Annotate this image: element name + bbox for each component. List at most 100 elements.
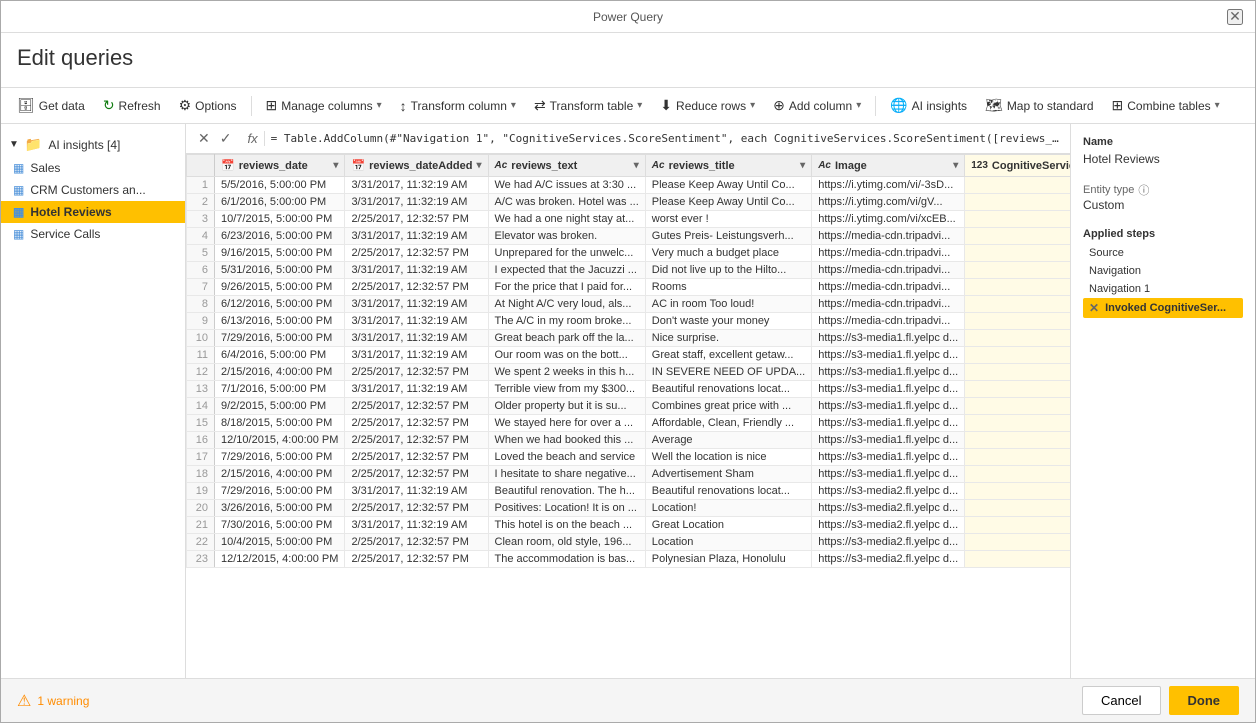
col-name-reviews-date: reviews_date [239,160,308,172]
sidebar-item-hotel-reviews[interactable]: ▦ Hotel Reviews [1,201,185,223]
row-number: 1 [187,177,215,194]
cell-reviews-dateadded: 2/25/2017, 12:32:57 PM [345,466,488,483]
refresh-button[interactable]: ↻ Refresh [95,92,169,119]
step-close-icon[interactable]: ✕ [1089,301,1099,315]
warning-area: ⚠ 1 warning [17,691,89,711]
done-button[interactable]: Done [1169,686,1240,715]
cell-reviews-date: 2/15/2016, 4:00:00 PM [215,364,345,381]
data-table: 📅 reviews_date ▾ 📅 reviews_dateAdded ▾ [186,154,1070,568]
cell-image: https://s3-media1.fl.yelpc d... [812,347,965,364]
reduce-rows-button[interactable]: ⬇ Reduce rows ▾ [652,92,763,119]
cell-image: https://media-cdn.tripadvi... [812,228,965,245]
cell-reviews-dateadded: 2/25/2017, 12:32:57 PM [345,551,488,568]
map-to-standard-button[interactable]: 🗺 Map to standard [977,92,1102,119]
cell-score: 0.171 [965,228,1070,245]
cell-reviews-dateadded: 2/25/2017, 12:32:57 PM [345,364,488,381]
cell-image: https://s3-media1.fl.yelpc d... [812,415,965,432]
close-button[interactable]: ✕ [1227,9,1243,25]
cell-reviews-title: Great Location [645,517,811,534]
manage-columns-caret: ▾ [377,100,382,111]
manage-columns-label: Manage columns [281,99,372,113]
sidebar-item-service-calls[interactable]: ▦ Service Calls [1,223,185,245]
table-icon: ▦ [13,205,24,219]
manage-columns-icon: ⊞ [266,97,278,114]
cell-image: https://media-cdn.tripadvi... [812,313,965,330]
cell-score: 0.331 [965,279,1070,296]
cell-image: https://s3-media2.fl.yelpc d... [812,551,965,568]
cancel-button[interactable]: Cancel [1082,686,1160,715]
cell-image: https://media-cdn.tripadvi... [812,262,965,279]
sidebar-group-ai-insights[interactable]: ▼ 📁 AI insights [4] [1,132,185,157]
cell-reviews-title: Well the location is nice [645,449,811,466]
formula-input[interactable]: = Table.AddColumn(#"Navigation 1", "Cogn… [271,132,1062,145]
cell-score: 0.665 [965,415,1070,432]
cell-image: https://s3-media1.fl.yelpc d... [812,398,965,415]
cell-reviews-title: Nice surprise. [645,330,811,347]
col-filter-reviews-date[interactable]: ▾ [333,160,338,171]
col-header-cognitive-services[interactable]: 123 CognitiveServices.... ▾ [965,155,1070,177]
options-button[interactable]: ⚙ Options [171,92,245,119]
col-name-reviews-title: reviews_title [669,160,735,172]
transform-column-button[interactable]: ↕ Transform column ▾ [392,93,524,119]
col-filter-reviews-dateadded[interactable]: ▾ [476,160,481,171]
sidebar-item-sales[interactable]: ▦ Sales [1,157,185,179]
step-source[interactable]: Source [1083,244,1243,262]
cell-reviews-date: 3/26/2016, 5:00:00 PM [215,500,345,517]
cell-reviews-date: 12/10/2015, 4:00:00 PM [215,432,345,449]
cell-reviews-title: Rooms [645,279,811,296]
col-filter-image[interactable]: ▾ [953,160,958,171]
table-row: 8 6/12/2016, 5:00:00 PM 3/31/2017, 11:32… [187,296,1071,313]
cell-image: https://i.ytimg.com/vi/-3sD... [812,177,965,194]
transform-table-caret: ▾ [637,100,642,111]
reduce-rows-label: Reduce rows [676,99,746,113]
combine-tables-button[interactable]: ⊞ Combine tables ▾ [1104,92,1228,119]
col-filter-reviews-text[interactable]: ▾ [634,160,639,171]
step-navigation[interactable]: Navigation [1083,262,1243,280]
cell-reviews-dateadded: 3/31/2017, 11:32:19 AM [345,381,488,398]
ai-insights-button[interactable]: 🌐 AI insights [882,92,975,119]
row-number: 4 [187,228,215,245]
cell-reviews-dateadded: 2/25/2017, 12:32:57 PM [345,449,488,466]
col-header-image[interactable]: Ac Image ▾ [812,155,965,177]
formula-confirm-button[interactable]: ✓ [216,128,236,149]
col-header-reviews-date[interactable]: 📅 reviews_date ▾ [215,155,345,177]
table-row: 5 9/16/2015, 5:00:00 PM 2/25/2017, 12:32… [187,245,1071,262]
cell-score: 0.565 [965,313,1070,330]
sidebar-item-crm[interactable]: ▦ CRM Customers an... [1,179,185,201]
step-invoked-cognitive[interactable]: ✕ Invoked CognitiveSer... [1083,298,1243,318]
data-grid-container[interactable]: 📅 reviews_date ▾ 📅 reviews_dateAdded ▾ [186,154,1070,678]
table-row: 4 6/23/2016, 5:00:00 PM 3/31/2017, 11:32… [187,228,1071,245]
col-name-reviews-dateadded: reviews_dateAdded [369,160,472,172]
table-row: 11 6/4/2016, 5:00:00 PM 3/31/2017, 11:32… [187,347,1071,364]
row-number: 8 [187,296,215,313]
sidebar-item-hotel-reviews-label: Hotel Reviews [30,205,111,219]
cell-reviews-dateadded: 3/31/2017, 11:32:19 AM [345,228,488,245]
table-row: 23 12/12/2015, 4:00:00 PM 2/25/2017, 12:… [187,551,1071,568]
cell-image: https://s3-media1.fl.yelpc d... [812,466,965,483]
row-number: 23 [187,551,215,568]
info-icon: ⓘ [1138,182,1149,198]
refresh-icon: ↻ [103,97,115,114]
separator-1 [251,96,252,116]
col-name-cognitive: CognitiveServices.... [992,160,1070,172]
cell-reviews-text: Our room was on the bott... [488,347,645,364]
manage-columns-button[interactable]: ⊞ Manage columns ▾ [258,92,390,119]
get-data-button[interactable]: 🗄 Get data [9,92,93,119]
cell-reviews-date: 6/13/2016, 5:00:00 PM [215,313,345,330]
step-navigation1[interactable]: Navigation 1 [1083,280,1243,298]
query-editor: ✕ ✓ fx = Table.AddColumn(#"Navigation 1"… [186,124,1070,678]
transform-table-button[interactable]: ⇄ Transform table ▾ [526,92,650,119]
col-name-reviews-text: reviews_text [511,160,577,172]
col-header-reviews-dateadded[interactable]: 📅 reviews_dateAdded ▾ [345,155,488,177]
col-header-reviews-title[interactable]: Ac reviews_title ▾ [645,155,811,177]
add-column-button[interactable]: ⊕ Add column ▾ [765,92,869,119]
cell-reviews-date: 6/4/2016, 5:00:00 PM [215,347,345,364]
col-filter-reviews-title[interactable]: ▾ [800,160,805,171]
cell-reviews-title: IN SEVERE NEED OF UPDA... [645,364,811,381]
col-header-reviews-text[interactable]: Ac reviews_text ▾ [488,155,645,177]
cell-reviews-dateadded: 2/25/2017, 12:32:57 PM [345,279,488,296]
cell-score: 0.199 [965,296,1070,313]
cell-score: 0.336 [965,466,1070,483]
transform-table-label: Transform table [550,99,634,113]
formula-cancel-button[interactable]: ✕ [194,128,214,149]
